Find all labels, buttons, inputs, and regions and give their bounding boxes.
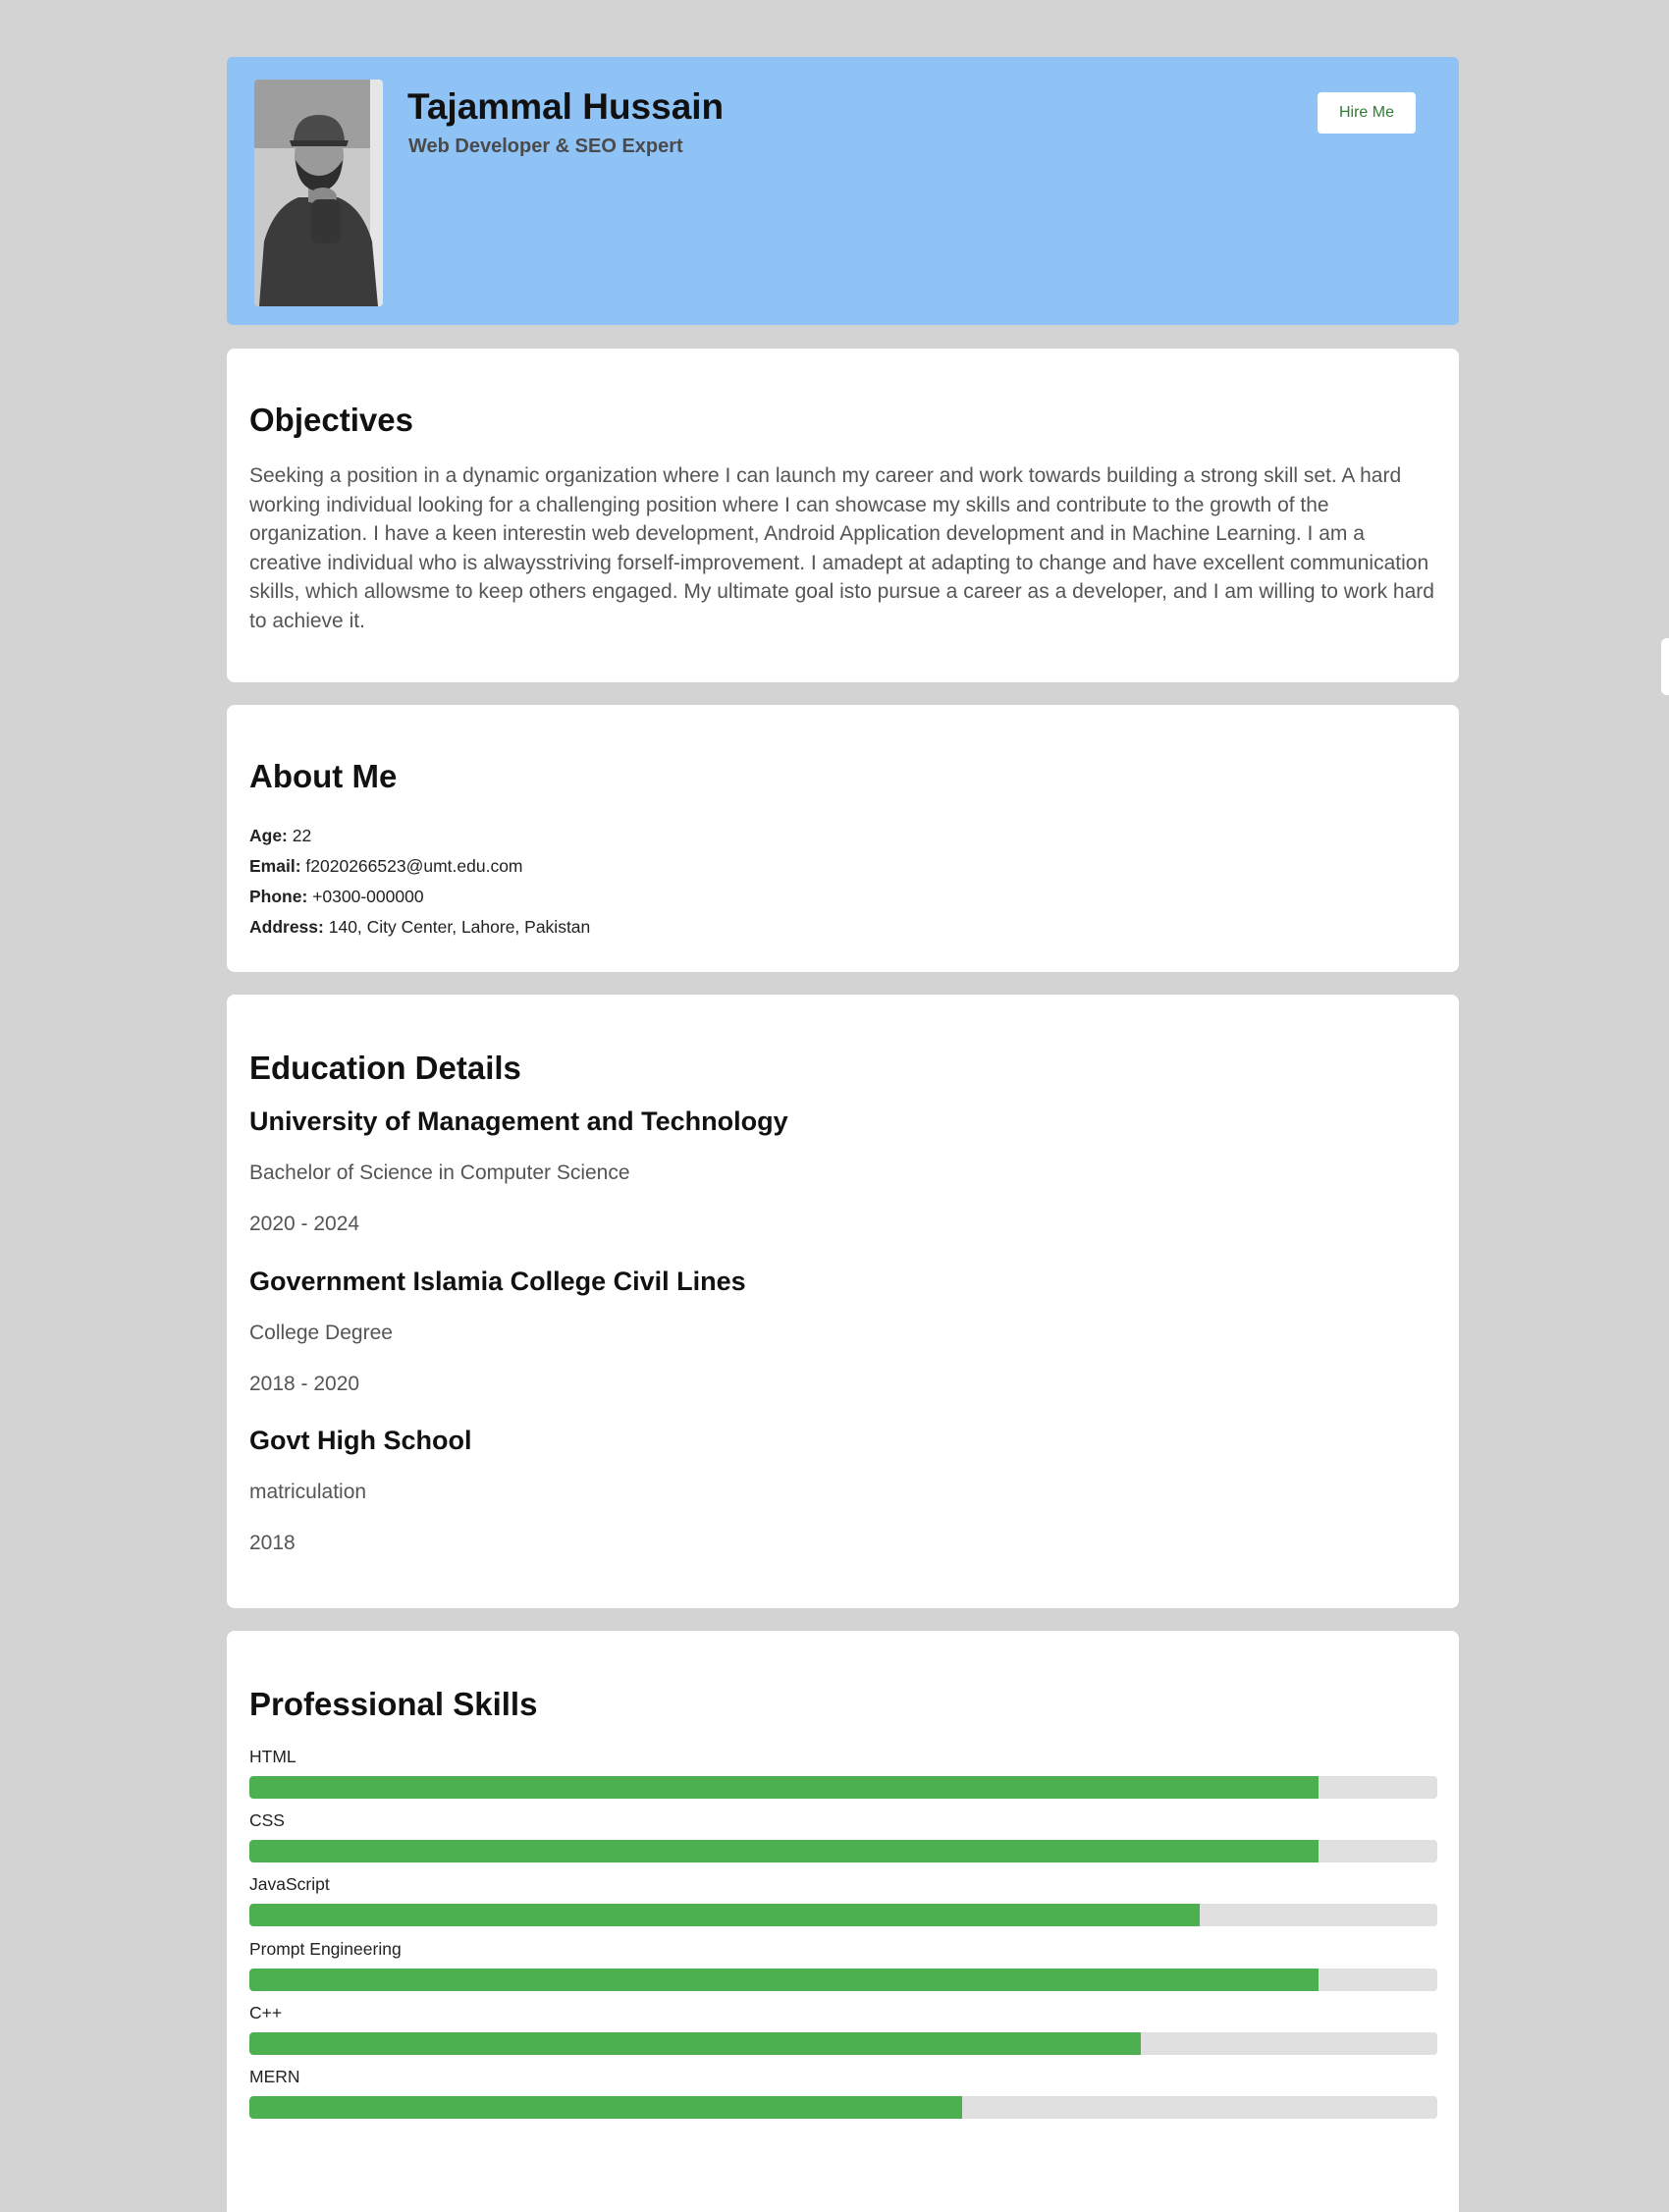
education-degree: Bachelor of Science in Computer Science: [249, 1161, 630, 1184]
about-section: About Me Age: 22 Email: f2020266523@umt.…: [227, 705, 1459, 972]
education-section: Education Details University of Manageme…: [227, 995, 1459, 1608]
skills-section: Professional Skills HTML CSS JavaScript …: [227, 1631, 1459, 2212]
skill-bar: [249, 2096, 1437, 2119]
about-phone: Phone: +0300-000000: [249, 882, 590, 912]
skill-bar-fill: [249, 1840, 1319, 1862]
skill-bar: [249, 1840, 1437, 1862]
about-phone-label: Phone:: [249, 887, 308, 906]
skill-name: CSS: [249, 1810, 285, 1830]
skill-item: HTML: [249, 1746, 1437, 1799]
skill-name: JavaScript: [249, 1874, 330, 1894]
skill-name: Prompt Engineering: [249, 1939, 402, 1959]
about-address-value: 140, City Center, Lahore, Pakistan: [328, 917, 591, 937]
skill-name: HTML: [249, 1747, 296, 1766]
education-years: 2018: [249, 1532, 296, 1554]
education-degree: College Degree: [249, 1322, 393, 1344]
about-phone-value: +0300-000000: [312, 887, 424, 906]
about-address-label: Address:: [249, 917, 324, 937]
skill-bar-fill: [249, 1904, 1200, 1926]
education-degree: matriculation: [249, 1481, 367, 1503]
education-item: Government Islamia College Civil Lines C…: [249, 1267, 746, 1395]
skill-item: Prompt Engineering: [249, 1938, 1437, 1991]
education-school: Government Islamia College Civil Lines: [249, 1267, 746, 1296]
hire-me-button[interactable]: Hire Me: [1318, 92, 1416, 134]
resume-container: Tajammal Hussain Web Developer & SEO Exp…: [227, 57, 1459, 2212]
about-age: Age: 22: [249, 821, 590, 851]
skill-bar: [249, 1969, 1437, 1991]
about-email-label: Email:: [249, 856, 301, 876]
education-years: 2018 - 2020: [249, 1373, 360, 1395]
profile-photo-image: [254, 80, 383, 306]
education-school: Govt High School: [249, 1426, 472, 1455]
profile-role: Web Developer & SEO Expert: [408, 135, 683, 157]
about-title: About Me: [249, 758, 398, 794]
skill-bar-fill: [249, 1969, 1319, 1991]
about-age-value: 22: [292, 826, 312, 845]
about-address: Address: 140, City Center, Lahore, Pakis…: [249, 912, 590, 943]
skill-item: JavaScript: [249, 1873, 1437, 1926]
profile-name: Tajammal Hussain: [407, 86, 725, 127]
education-school: University of Management and Technology: [249, 1106, 788, 1136]
skill-bar-fill: [249, 1776, 1319, 1799]
skill-bar-fill: [249, 2032, 1141, 2055]
skill-item: MERN: [249, 2066, 1437, 2119]
objectives-title: Objectives: [249, 402, 413, 438]
objectives-section: Objectives Seeking a position in a dynam…: [227, 349, 1459, 682]
skill-bar-fill: [249, 2096, 962, 2119]
about-email: Email: f2020266523@umt.edu.com: [249, 851, 590, 882]
skill-bar: [249, 1904, 1437, 1926]
objectives-text: Seeking a position in a dynamic organiza…: [249, 464, 1434, 632]
education-title: Education Details: [249, 1050, 521, 1086]
about-age-label: Age:: [249, 826, 288, 845]
about-email-value: f2020266523@umt.edu.com: [305, 856, 523, 876]
skill-name: MERN: [249, 2067, 300, 2086]
education-item: University of Management and Technology …: [249, 1106, 788, 1235]
side-panel-handle[interactable]: [1661, 638, 1669, 695]
skill-name: C++: [249, 2003, 283, 2023]
profile-header: Tajammal Hussain Web Developer & SEO Exp…: [227, 57, 1459, 325]
education-years: 2020 - 2024: [249, 1213, 360, 1235]
about-details: Age: 22 Email: f2020266523@umt.edu.com P…: [249, 821, 590, 943]
skills-title: Professional Skills: [249, 1686, 538, 1722]
skill-item: CSS: [249, 1809, 1437, 1862]
skill-bar: [249, 2032, 1437, 2055]
education-item: Govt High School matriculation 2018: [249, 1426, 472, 1554]
skill-bar: [249, 1776, 1437, 1799]
skill-item: C++: [249, 2002, 1437, 2055]
profile-photo: [254, 80, 383, 306]
